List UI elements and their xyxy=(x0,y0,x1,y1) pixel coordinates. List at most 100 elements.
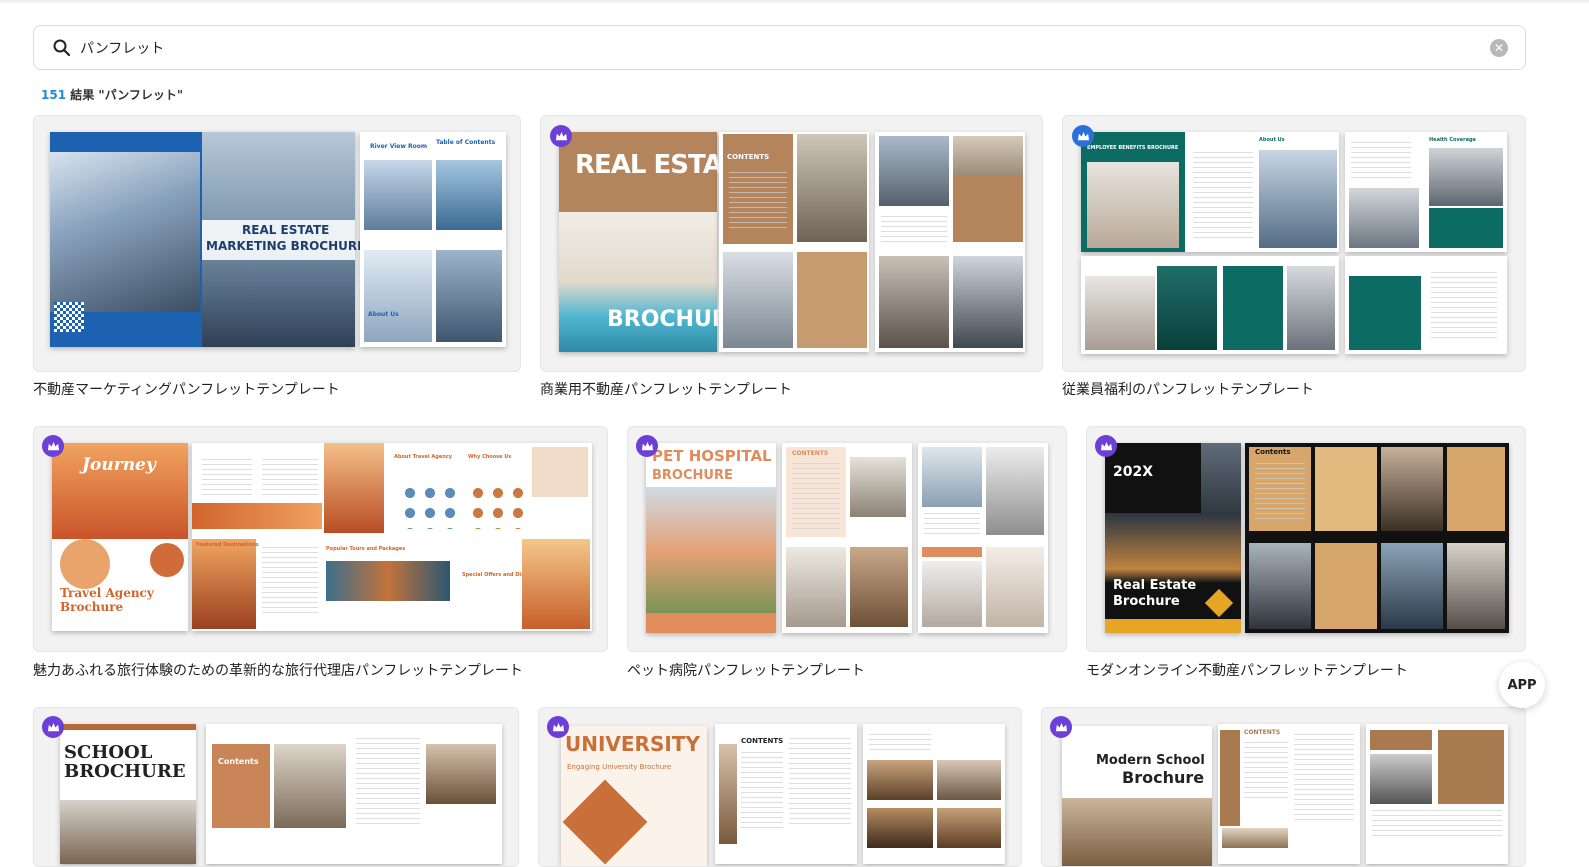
template-thumbnail[interactable]: SCHOOL BROCHURE Contents xyxy=(33,707,519,867)
template-thumbnail[interactable]: Modern School Brochure CONTENTS xyxy=(1041,707,1526,867)
brochure-pages-2 xyxy=(875,132,1025,352)
lecture-photo xyxy=(867,760,933,800)
template-card[interactable]: UNIVERSITY Engaging University Brochure … xyxy=(538,707,1022,867)
template-thumbnail[interactable]: UNIVERSITY Engaging University Brochure … xyxy=(538,707,1022,867)
room-photos xyxy=(1381,447,1443,531)
travel-photo xyxy=(60,539,110,589)
result-count-label: 結果 "パンフレット" xyxy=(70,88,184,102)
template-title[interactable]: 従業員福利のパンフレットテンプレート xyxy=(1062,379,1314,399)
office-photo xyxy=(1287,266,1335,350)
student-photo xyxy=(719,744,737,844)
cover-title-line2: Engaging University Brochure xyxy=(567,763,672,771)
shelf-photo xyxy=(937,808,1001,848)
classroom-photo xyxy=(1370,754,1432,804)
brown-panel xyxy=(953,176,1023,242)
brochure-pages-2 xyxy=(1366,724,1508,864)
template-thumbnail[interactable]: 202X Real Estate Brochure Contents xyxy=(1086,426,1526,652)
result-count-number: 151 xyxy=(41,88,67,102)
equipment-photo xyxy=(986,547,1044,627)
template-card[interactable]: REAL ESTATE MARKETING BROCHURE River Vie… xyxy=(33,115,521,405)
contents-heading: CONTENTS xyxy=(1244,729,1281,736)
brochure-pages: Contents xyxy=(1245,443,1509,633)
template-title[interactable]: 魅力あふれる旅行体験のための革新的な旅行代理店パンフレットテンプレート xyxy=(33,660,523,680)
contents-heading: Contents xyxy=(1255,448,1291,456)
canyon-photo xyxy=(324,443,384,533)
cover-title-line1: Real Estate xyxy=(1113,578,1197,593)
template-title[interactable]: 商業用不動産パンフレットテンプレート xyxy=(540,379,792,399)
villa-photo xyxy=(953,256,1023,348)
support-panel xyxy=(1438,730,1504,804)
wave-band xyxy=(192,503,322,529)
crown-icon xyxy=(547,716,569,738)
template-thumbnail[interactable]: REAL ESTATE BROCHURE CONTENTS xyxy=(540,115,1043,372)
template-title[interactable]: ペット病院パンフレットテンプレート xyxy=(627,660,865,680)
gold-panel-2 xyxy=(1315,447,1377,531)
brochure-cover: Journey Travel Agency Brochure xyxy=(52,443,188,631)
cover-footer xyxy=(646,613,776,633)
brochure-cover: PET HOSPITAL BROCHURE xyxy=(646,443,776,633)
school-building xyxy=(1062,798,1212,866)
inner-heading-3: Featured Destinations xyxy=(196,542,259,548)
contents-heading: CONTENTS xyxy=(727,153,770,161)
gold-shape xyxy=(1204,588,1234,618)
gold-panel-3 xyxy=(1447,447,1505,531)
team-photo xyxy=(1349,188,1419,248)
template-card[interactable]: 202X Real Estate Brochure Contents モダンオン… xyxy=(1086,426,1526,682)
template-card[interactable]: Modern School Brochure CONTENTS xyxy=(1041,707,1526,867)
template-thumbnail[interactable]: REAL ESTATE MARKETING BROCHURE River Vie… xyxy=(33,115,521,372)
doctor-photo xyxy=(1085,276,1155,350)
cover-year: 202X xyxy=(1113,464,1154,480)
brochure-cover: UNIVERSITY Engaging University Brochure xyxy=(561,726,707,866)
building-photo xyxy=(274,744,346,828)
cover-title-line2: BROCHURE xyxy=(64,761,186,782)
brochure-spread-2: Health Coverage xyxy=(1345,132,1507,252)
cover-title-line1: Modern School xyxy=(1096,753,1205,768)
inner-heading-1: River View Room xyxy=(370,143,428,150)
brown-bar xyxy=(1220,730,1240,826)
template-thumbnail[interactable]: EMPLOYEE BENEFITS BROCHURE About Us Heal… xyxy=(1062,115,1526,372)
cover-title-line2: BROCHURE xyxy=(652,468,733,483)
city-photo xyxy=(364,160,432,230)
template-card[interactable]: PET HOSPITAL BROCHURE CONTENTS ペット病院パンフレ… xyxy=(627,426,1067,682)
search-input[interactable] xyxy=(80,34,1460,62)
classroom-image xyxy=(60,800,196,864)
inner-heading-4: Popular Tours and Packages xyxy=(326,546,406,552)
clear-icon[interactable]: ✕ xyxy=(1490,39,1508,57)
inner-heading: About Us xyxy=(1259,137,1285,143)
rock-photo xyxy=(192,539,256,629)
template-card[interactable]: Journey Travel Agency Brochure About Tra… xyxy=(33,426,608,682)
cover-title-line1: REAL ESTATE xyxy=(242,223,330,237)
template-thumbnail[interactable]: Journey Travel Agency Brochure About Tra… xyxy=(33,426,608,652)
contents-heading: CONTENTS xyxy=(792,450,829,457)
cover-footer xyxy=(1105,619,1241,633)
template-card[interactable]: EMPLOYEE BENEFITS BROCHURE About Us Heal… xyxy=(1062,115,1526,405)
contents-heading: Contents xyxy=(218,757,259,766)
benefits-panel xyxy=(1349,276,1421,350)
inner-heading-3: About Us xyxy=(368,311,399,318)
inner-heading-1: About Travel Agency xyxy=(394,454,453,460)
crown-icon xyxy=(636,435,658,457)
people-photo xyxy=(879,256,949,348)
brochure-spread: EMPLOYEE BENEFITS BROCHURE About Us xyxy=(1081,132,1339,252)
books-photo xyxy=(937,760,1001,800)
brochure-spread-3 xyxy=(1081,256,1339,354)
hall-photo xyxy=(867,808,933,848)
cover-title-line2: Brochure xyxy=(60,600,124,614)
template-title[interactable]: モダンオンライン不動産パンフレットテンプレート xyxy=(1086,660,1408,680)
template-card[interactable]: SCHOOL BROCHURE Contents xyxy=(33,707,519,867)
interior-photo xyxy=(723,252,793,348)
template-card[interactable]: REAL ESTATE BROCHURE CONTENTS 商業用不動産パンフレ… xyxy=(540,115,1043,405)
template-thumbnail[interactable]: PET HOSPITAL BROCHURE CONTENTS xyxy=(627,426,1067,652)
brochure-spread-inner: River View Room Table of Contents About … xyxy=(360,132,506,347)
aerial-photo xyxy=(1381,543,1443,629)
template-title[interactable]: 不動産マーケティングパンフレットテンプレート xyxy=(33,379,340,399)
text-panel xyxy=(797,252,867,348)
search-bar[interactable]: ✕ xyxy=(33,25,1526,70)
cover-title-line1: UNIVERSITY xyxy=(565,732,700,756)
brochure-pages: CONTENTS xyxy=(719,132,869,352)
tech-photo xyxy=(1157,266,1217,350)
app-button[interactable]: APP xyxy=(1499,662,1545,708)
inner-heading-2: Health Coverage xyxy=(1429,137,1476,143)
orange-panel xyxy=(532,447,588,497)
diamond-shape xyxy=(562,779,648,865)
